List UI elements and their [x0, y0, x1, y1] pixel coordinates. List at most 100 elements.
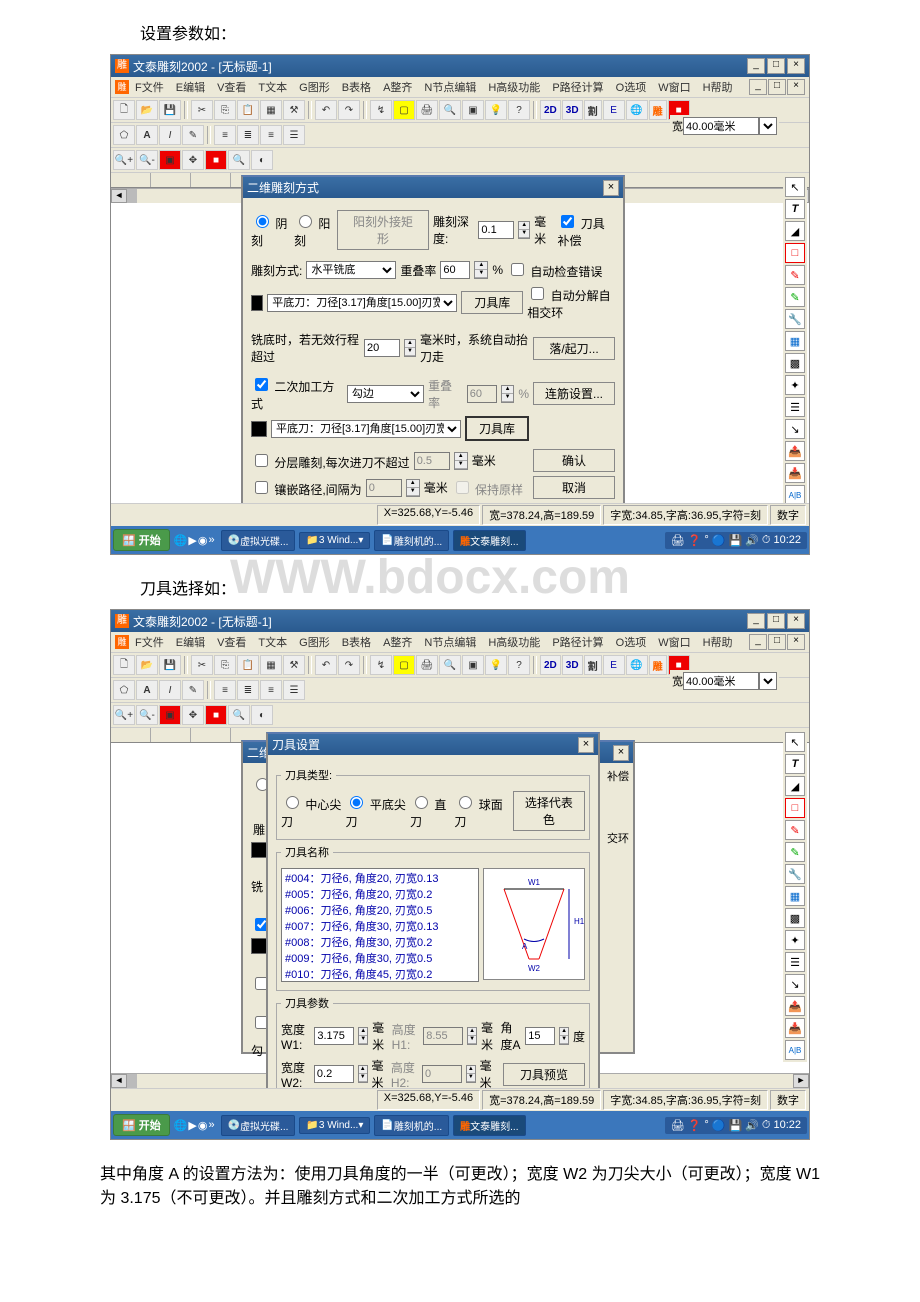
mdi-close[interactable]: × [787, 79, 805, 95]
tray-icon-6[interactable]: 🔊 [745, 1119, 759, 1132]
menu-view[interactable]: V查看 [211, 78, 252, 96]
align-right-icon[interactable]: ≡ [260, 680, 282, 700]
red-box-icon[interactable]: ■ [205, 705, 227, 725]
globe-icon[interactable]: 🌐 [626, 655, 648, 675]
tray-icon-1[interactable]: 🖨 [671, 534, 685, 547]
save-icon[interactable]: 💾 [159, 100, 181, 120]
zoom-in-icon[interactable]: 🔍+ [113, 705, 135, 725]
lift-button[interactable]: 落/起刀... [533, 337, 615, 360]
width-unit-select[interactable] [759, 117, 777, 135]
ql-icon-2[interactable]: ▶ [188, 1119, 196, 1132]
ql-icon-more[interactable]: » [208, 534, 214, 547]
open-icon[interactable]: 📂 [136, 655, 158, 675]
menu-graphic[interactable]: G图形 [293, 633, 336, 651]
align-center-icon[interactable]: ≣ [237, 680, 259, 700]
new-icon[interactable]: 🗋 [113, 655, 135, 675]
back-color2[interactable] [251, 938, 267, 954]
copy-icon[interactable]: ⎘ [214, 100, 236, 120]
brush-red-icon[interactable]: ✎ [785, 820, 805, 840]
arrow-icon[interactable]: ↖ [785, 732, 805, 752]
align-justify-icon[interactable]: ☰ [283, 125, 305, 145]
depth-spinner[interactable]: ▲▼ [518, 221, 530, 239]
rib-button[interactable]: 连筋设置... [533, 382, 615, 405]
back-color[interactable] [251, 842, 267, 858]
ql-icon-3[interactable]: ◉ [198, 1119, 208, 1132]
overlap-spinner[interactable]: ▲▼ [474, 261, 488, 279]
list-item[interactable]: #007：刀径6, 角度30, 刃宽0.13 [283, 918, 477, 934]
bulb-icon[interactable]: 💡 [485, 100, 507, 120]
brush-green-icon[interactable]: ✎ [785, 287, 805, 307]
undo-icon[interactable]: ↶ [315, 655, 337, 675]
list-item[interactable]: #009：刀径6, 角度30, 刃宽0.5 [283, 950, 477, 966]
italic-icon[interactable]: I [159, 125, 181, 145]
a-spinner[interactable]: ▲▼ [559, 1027, 569, 1045]
menu-node[interactable]: N节点编辑 [418, 633, 482, 651]
menu-graphic[interactable]: G图形 [293, 78, 336, 96]
node-icon[interactable]: ✦ [785, 375, 805, 395]
tray-icon-3[interactable]: ° [704, 1119, 708, 1131]
align-center-icon[interactable]: ≣ [237, 125, 259, 145]
preview-button[interactable]: 刀具预览 [503, 1063, 585, 1086]
radio-yang[interactable]: 阳刻 [294, 212, 333, 249]
italic-icon[interactable]: I [159, 680, 181, 700]
table-icon[interactable]: ▦ [785, 331, 805, 351]
task-item-3[interactable]: 📄 雕刻机的... [374, 1115, 449, 1136]
width-field[interactable] [683, 117, 759, 135]
select-icon[interactable]: ▣ [159, 150, 181, 170]
arrow-down-icon[interactable]: ↘ [785, 974, 805, 994]
tray-icon-4[interactable]: 🔵 [712, 534, 726, 547]
tool-lib-button[interactable]: 刀具库 [461, 291, 523, 314]
rect-icon[interactable]: □ [785, 798, 805, 818]
maximize-button[interactable]: □ [767, 613, 785, 629]
maximize-button[interactable]: □ [767, 58, 785, 74]
print-icon[interactable]: 🖨 [416, 100, 438, 120]
menu-text[interactable]: T文本 [252, 633, 293, 651]
task-item-1[interactable]: 💿 虚拟光碟... [221, 530, 296, 551]
arrow-down-icon[interactable]: ↘ [785, 419, 805, 439]
icon-misc[interactable]: ◐ [251, 150, 273, 170]
2d-button[interactable]: 2D [540, 655, 561, 675]
tool-select[interactable]: 平底刀：刀径[3.17]角度[15.00]刃宽[0. [267, 294, 457, 312]
copy-icon[interactable]: ⎘ [214, 655, 236, 675]
redo-icon[interactable]: ↷ [338, 655, 360, 675]
menu-file[interactable]: F文件 [129, 78, 170, 96]
zoom-fit-icon[interactable]: 🔍 [228, 705, 250, 725]
ab-icon[interactable]: A|B [785, 485, 805, 503]
tray-icon-6[interactable]: 🔊 [745, 534, 759, 547]
select-icon[interactable]: ▣ [159, 705, 181, 725]
close-button[interactable]: × [787, 58, 805, 74]
shape-icon[interactable]: ⬠ [113, 680, 135, 700]
secondary-select[interactable]: 勾边 [347, 385, 424, 403]
icon-misc[interactable]: ◐ [251, 705, 273, 725]
ql-icon-2[interactable]: ▶ [188, 534, 196, 547]
icon-3[interactable]: ▣ [462, 655, 484, 675]
task-item-1[interactable]: 💿 虚拟光碟... [221, 1115, 296, 1136]
menu-option[interactable]: O选项 [610, 78, 653, 96]
tray-icon-3[interactable]: ° [704, 534, 708, 546]
wrench-icon[interactable]: 🔧 [785, 864, 805, 884]
task-item-2[interactable]: 📁 3 Wind... ▾ [299, 532, 370, 549]
zoom-in-icon[interactable]: 🔍+ [113, 150, 135, 170]
tray-icon-2[interactable]: ❓ [688, 1119, 702, 1132]
tool2-select[interactable]: 平底刀：刀径[3.17]角度[15.00]刃宽[0. [271, 420, 461, 438]
auto-check-checkbox[interactable]: 自动检查错误 [507, 260, 602, 280]
close-button[interactable]: × [787, 613, 805, 629]
tray-icon-5[interactable]: 💾 [728, 534, 742, 547]
layer-checkbox[interactable]: 分层雕刻,每次进刀不超过 [251, 451, 410, 471]
list-item[interactable]: #010：刀径6, 角度45, 刃宽0.2 [283, 966, 477, 982]
preview-icon[interactable]: 🔍 [439, 655, 461, 675]
menu-view[interactable]: V查看 [211, 633, 252, 651]
tool-color-box[interactable] [251, 295, 263, 311]
task-item-4[interactable]: 雕 文泰雕刻... [453, 1115, 525, 1136]
globe-icon[interactable]: 🌐 [626, 100, 648, 120]
list-item[interactable]: #008：刀径6, 角度30, 刃宽0.2 [283, 934, 477, 950]
redo-icon[interactable]: ↷ [338, 100, 360, 120]
menu-help[interactable]: H帮助 [697, 78, 739, 96]
radio-yin[interactable]: 阴刻 [251, 212, 290, 249]
2d-button[interactable]: 2D [540, 100, 561, 120]
new-icon[interactable]: 🗋 [113, 100, 135, 120]
help-icon[interactable]: ? [508, 655, 530, 675]
color-button[interactable]: 选择代表色 [513, 791, 585, 831]
icon-e[interactable]: E [603, 655, 625, 675]
text-icon[interactable]: T [785, 199, 805, 219]
